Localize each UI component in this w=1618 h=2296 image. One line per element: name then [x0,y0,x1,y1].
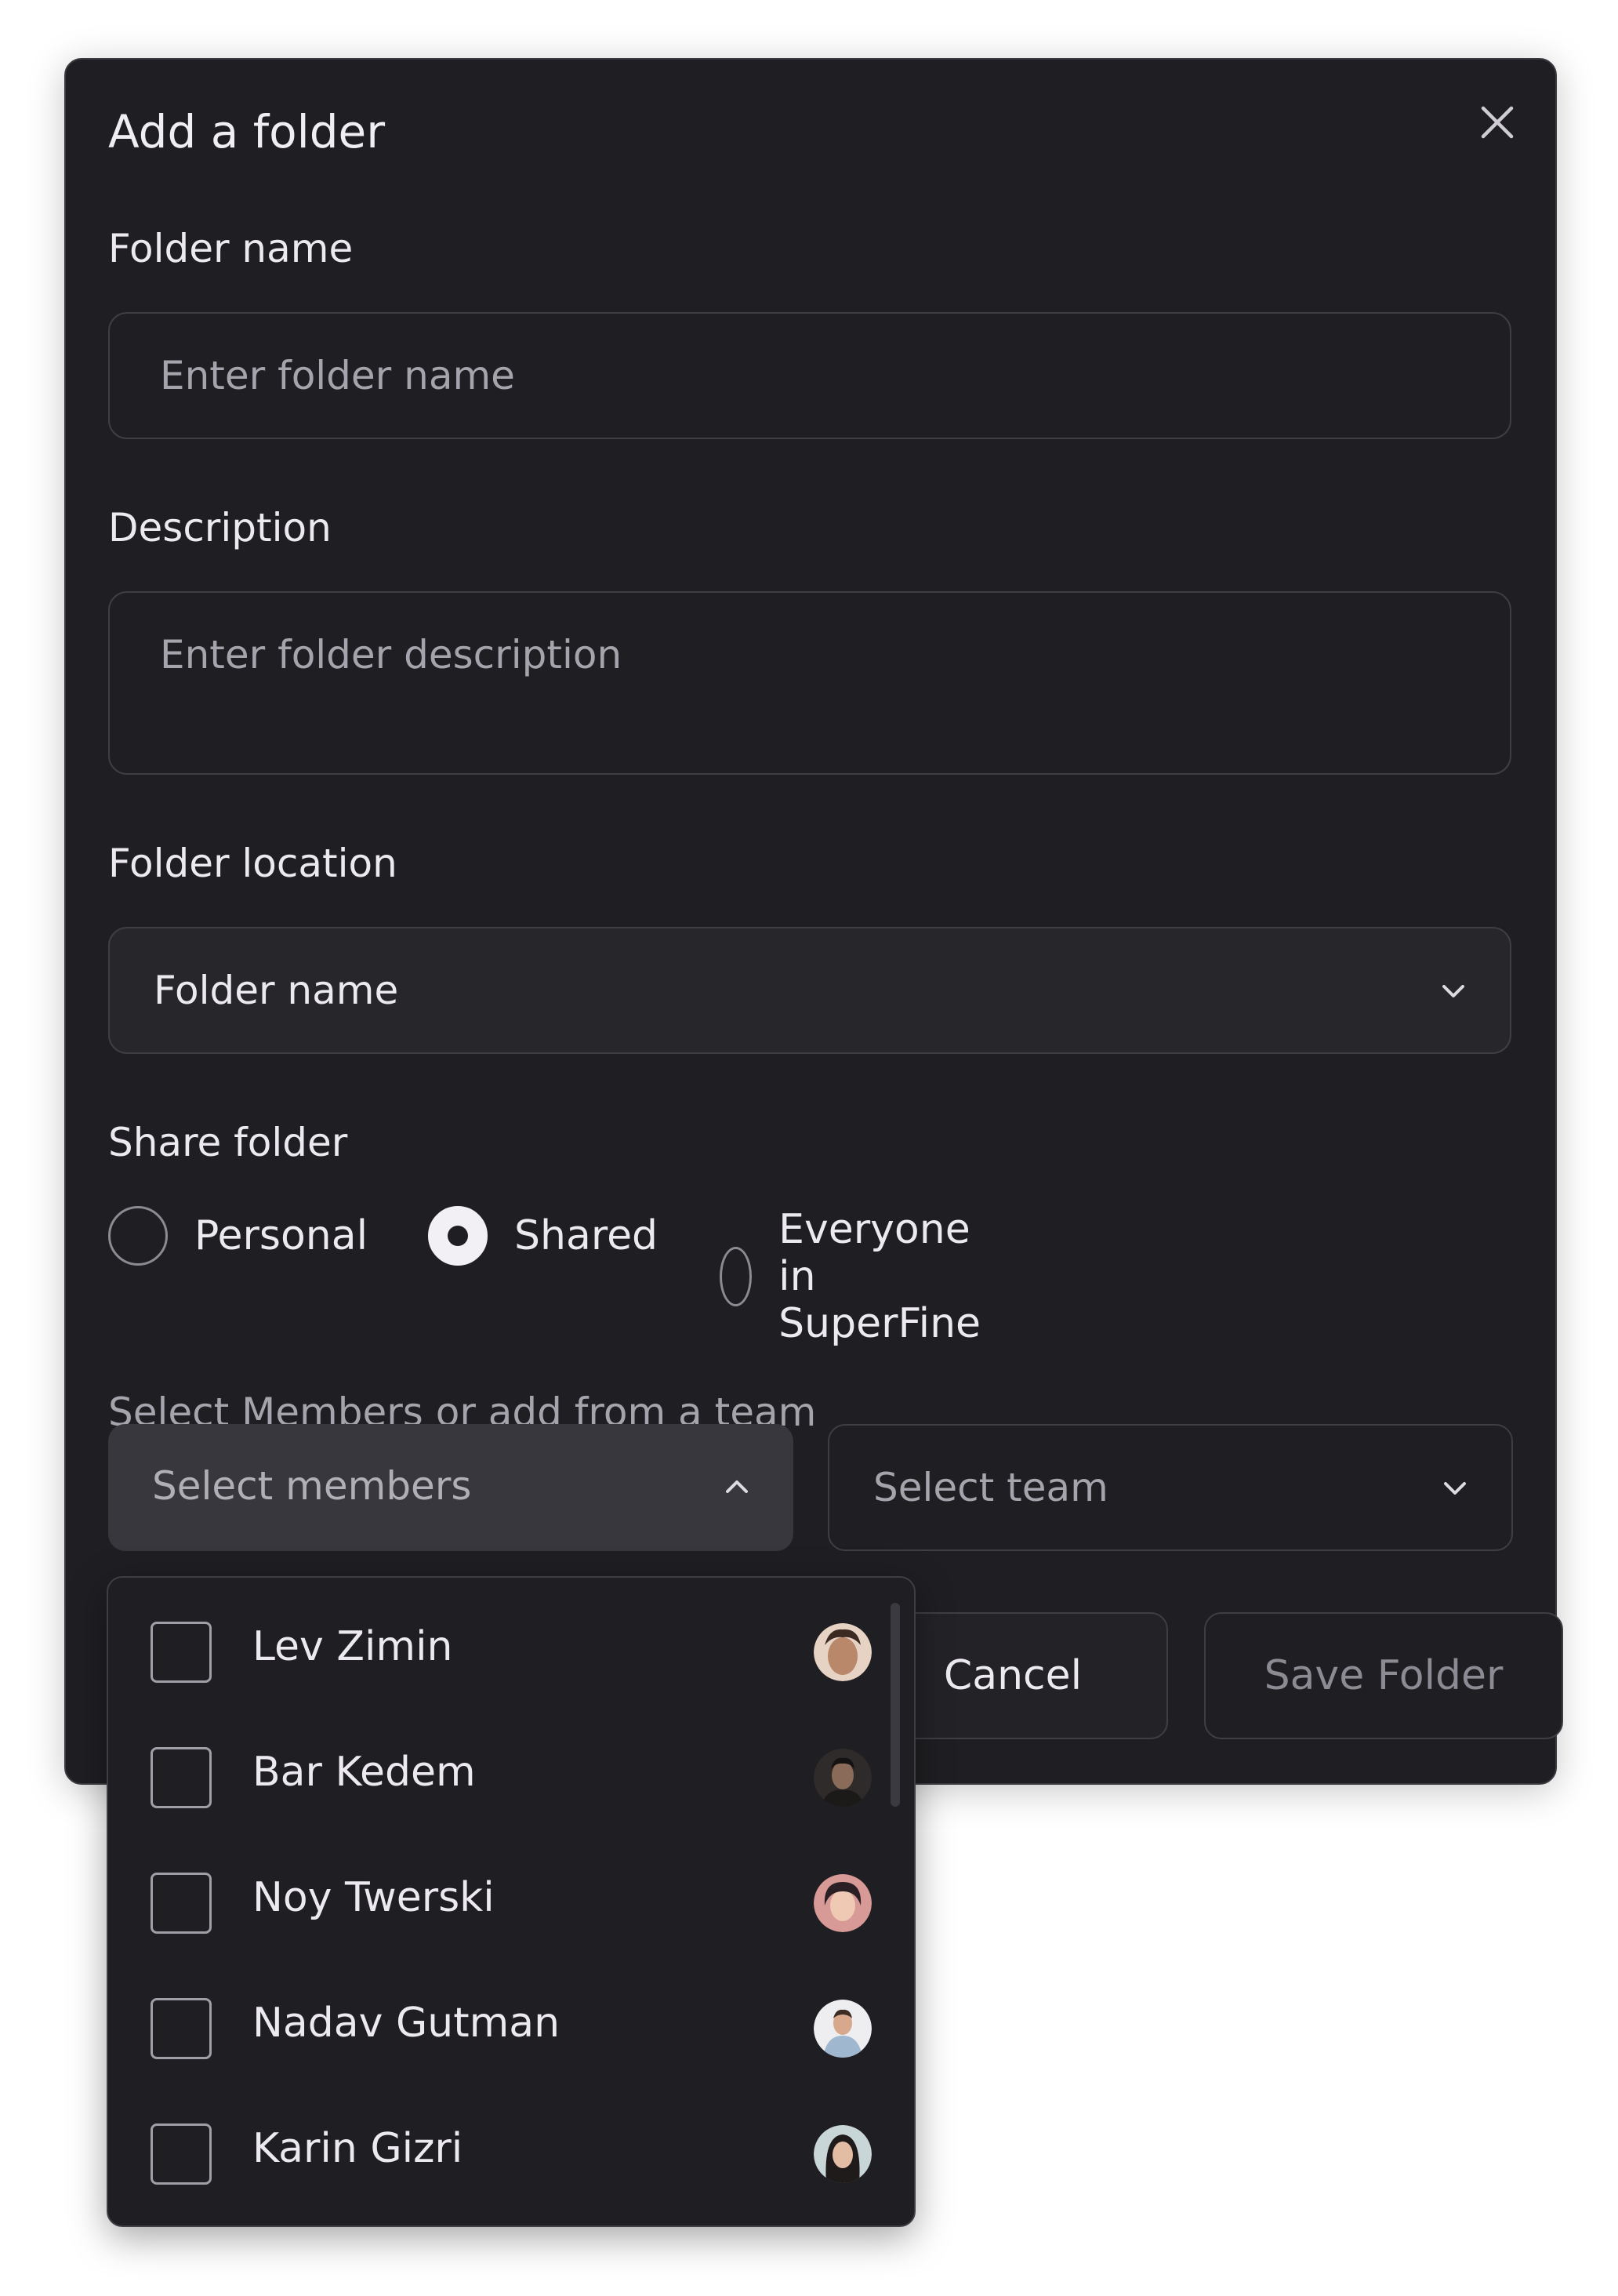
members-dropdown-menu: Lev Zimin Bar Kedem Noy Twerski Nadav Gu… [107,1576,916,2227]
folder-location-select[interactable]: Folder name [108,927,1511,1054]
folder-name-placeholder: Enter folder name [160,353,515,398]
save-folder-button[interactable]: Save Folder [1204,1612,1563,1739]
radio-circle [720,1247,753,1306]
select-team-placeholder: Select team [873,1465,1108,1510]
select-members-placeholder: Select members [152,1463,472,1509]
select-team-dropdown[interactable]: Select team [828,1424,1513,1551]
chevron-down-icon [1442,985,1464,997]
folder-name-input[interactable]: Enter folder name [108,312,1511,439]
member-checkbox[interactable] [151,1622,212,1683]
folder-location-value: Folder name [154,968,399,1013]
dialog-title: Add a folder [108,105,386,158]
radio-circle-selected [428,1206,488,1266]
radio-personal[interactable]: Personal [108,1206,368,1266]
member-name: Bar Kedem [252,1749,476,1796]
member-name: Nadav Gutman [252,2000,560,2047]
member-name: Noy Twerski [252,1874,495,1921]
avatar [814,1749,872,1807]
avatar [814,1623,872,1681]
avatar [814,2000,872,2058]
member-name: Karin Gizri [252,2125,463,2172]
member-checkbox[interactable] [151,2123,212,2185]
member-option[interactable]: Karin Gizri [108,2080,892,2205]
radio-circle [108,1206,168,1266]
folder-location-label: Folder location [108,841,397,886]
radio-everyone[interactable]: Everyone in SuperFine [720,1206,1008,1347]
description-label: Description [108,505,332,550]
share-folder-label: Share folder [108,1120,348,1165]
member-checkbox[interactable] [151,1998,212,2059]
chevron-down-icon [1444,1482,1466,1495]
member-option[interactable]: Noy Twerski [108,1829,892,1954]
radio-label: Personal [194,1212,368,1259]
member-option[interactable]: Nadav Gutman [108,1954,892,2080]
member-option[interactable]: Lev Zimin [108,1578,892,1703]
member-option[interactable]: Bar Kedem [108,1703,892,1829]
radio-label: Shared [514,1212,658,1259]
member-checkbox[interactable] [151,1747,212,1808]
radio-label: Everyone in SuperFine [778,1206,981,1347]
chevron-up-icon [726,1480,748,1493]
avatar [814,2125,872,2183]
folder-name-label: Folder name [108,226,354,271]
add-folder-dialog: Add a folder Folder name Enter folder na… [64,58,1563,1785]
member-checkbox[interactable] [151,1873,212,1934]
member-name: Lev Zimin [252,1623,453,1670]
avatar [814,1874,872,1932]
select-members-dropdown[interactable]: Select members [108,1424,793,1551]
description-input[interactable]: Enter folder description [108,591,1511,775]
description-placeholder: Enter folder description [160,632,622,678]
radio-shared[interactable]: Shared [428,1206,658,1266]
close-icon[interactable] [1475,100,1519,144]
